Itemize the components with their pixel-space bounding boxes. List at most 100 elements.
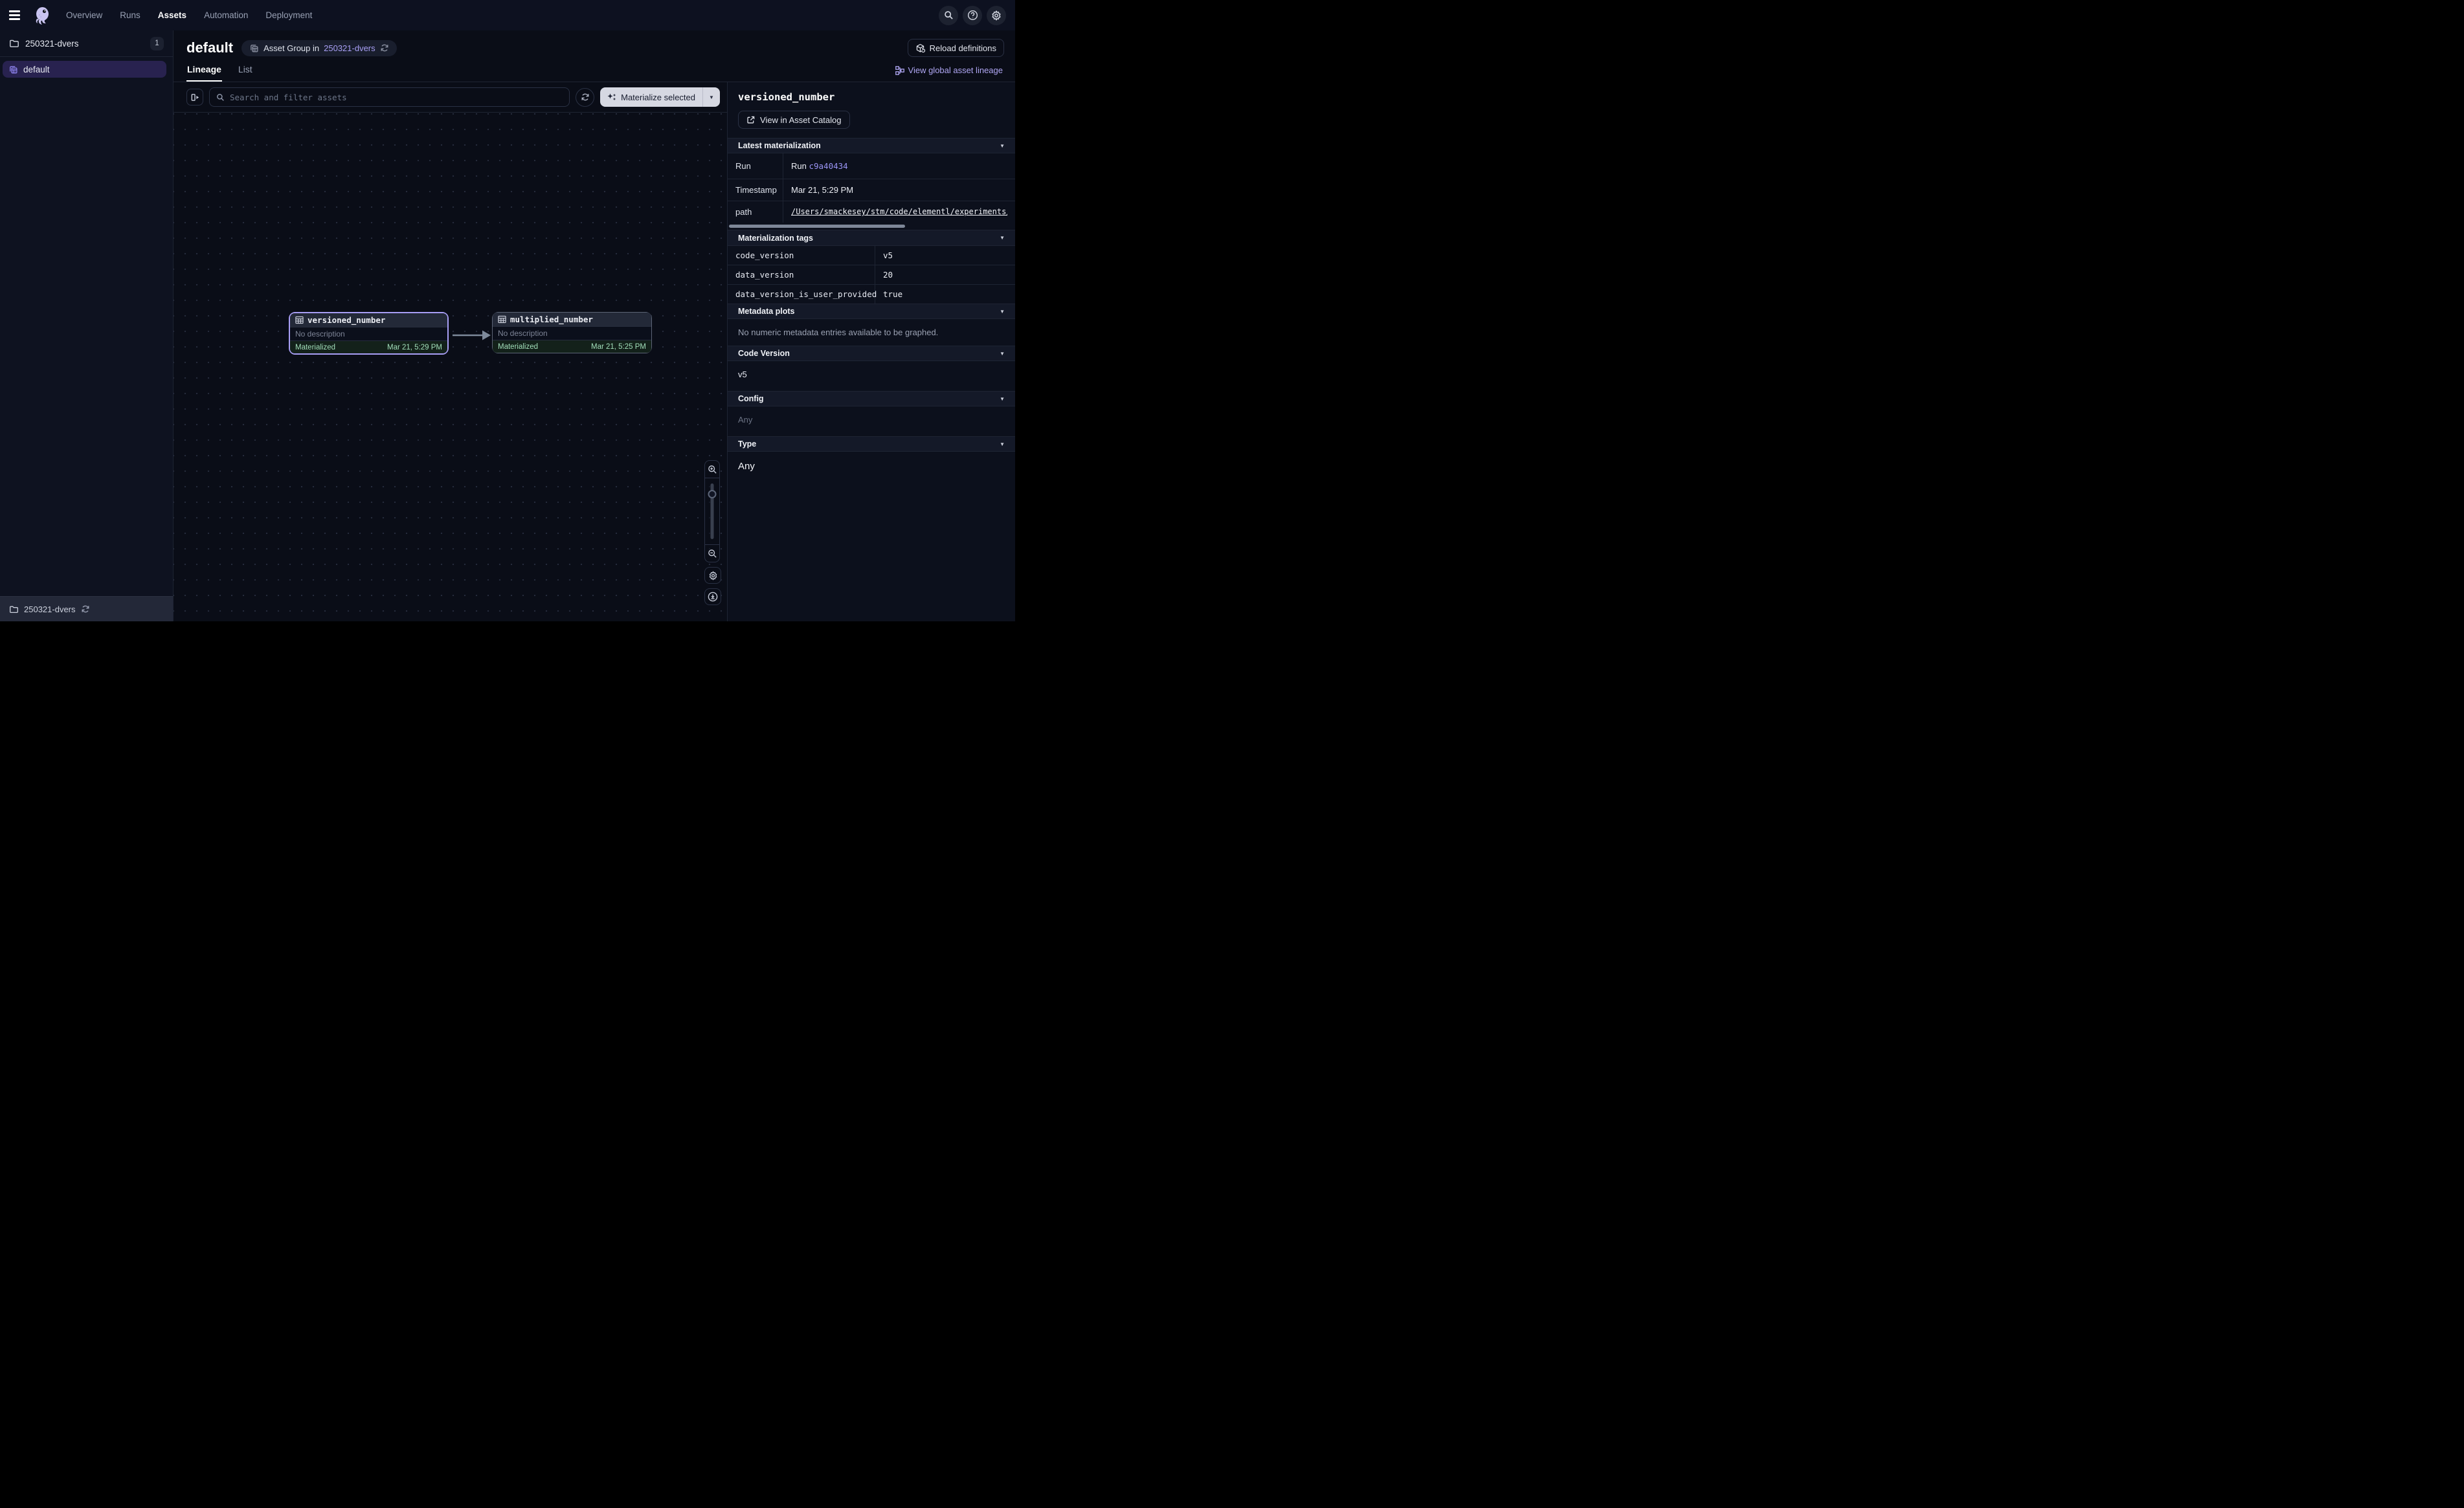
timestamp-value: Mar 21, 5:29 PM xyxy=(783,179,1015,201)
materialize-selected-button[interactable]: Materialize selected ▼ xyxy=(600,87,720,107)
badge-group-link[interactable]: 250321-dvers xyxy=(324,43,375,53)
horizontal-scrollbar xyxy=(728,223,1015,230)
sidebar-group-count: 1 xyxy=(150,37,164,50)
section-config[interactable]: Config ▼ xyxy=(728,391,1015,406)
asset-group-badge: Asset Group in 250321-dvers xyxy=(241,40,397,56)
badge-prefix: Asset Group in xyxy=(263,43,319,53)
tag-value: true xyxy=(875,285,1015,304)
materialize-dropdown-caret[interactable]: ▼ xyxy=(703,87,720,107)
asset-node-description: No description xyxy=(290,327,447,341)
nav-item-deployment[interactable]: Deployment xyxy=(265,10,312,20)
collapse-caret-icon: ▼ xyxy=(1000,309,1005,315)
settings-gear-icon[interactable] xyxy=(987,6,1006,25)
lineage-edge-arrow xyxy=(452,327,492,344)
collapse-caret-icon: ▼ xyxy=(1000,143,1005,149)
asset-node-multiplied-number[interactable]: multiplied_number No description Materia… xyxy=(492,312,652,353)
refresh-graph-icon[interactable] xyxy=(576,88,594,107)
view-in-asset-catalog-button[interactable]: View in Asset Catalog xyxy=(738,111,850,129)
table-icon xyxy=(295,316,304,324)
view-global-asset-lineage-link[interactable]: View global asset lineage xyxy=(895,65,1003,82)
section-code-version[interactable]: Code Version ▼ xyxy=(728,346,1015,361)
reload-definitions-button[interactable]: Reload definitions xyxy=(908,39,1004,57)
section-type[interactable]: Type ▼ xyxy=(728,436,1015,452)
table-row: Run Run c9a40434 xyxy=(728,153,1015,179)
metadata-plots-empty-text: No numeric metadata entries available to… xyxy=(728,319,1015,346)
asset-node-status: Materialized xyxy=(295,344,335,351)
sidebar-footer-label: 250321-dvers xyxy=(24,604,76,614)
latest-materialization-table: Run Run c9a40434 Timestamp Mar 21, 5:29 … xyxy=(728,153,1015,223)
folder-icon xyxy=(9,38,19,49)
folder-icon xyxy=(9,604,19,614)
section-metadata-plots[interactable]: Metadata plots ▼ xyxy=(728,304,1015,319)
type-value: Any xyxy=(728,452,1015,483)
tag-value: v5 xyxy=(875,246,1015,265)
scrollbar-thumb[interactable] xyxy=(729,225,905,228)
nav-item-automation[interactable]: Automation xyxy=(204,10,248,20)
search-icon[interactable] xyxy=(939,6,958,25)
asset-search-box xyxy=(209,87,570,107)
tab-list[interactable]: List xyxy=(238,58,253,82)
main-area: default Asset Group in 250321-dvers Relo… xyxy=(174,30,1015,621)
asset-group-icon xyxy=(8,65,18,74)
tab-lineage[interactable]: Lineage xyxy=(186,58,222,82)
refresh-icon[interactable] xyxy=(81,604,90,614)
reload-definitions-icon xyxy=(915,43,925,53)
nav-item-overview[interactable]: Overview xyxy=(66,10,102,20)
asset-node-title: versioned_number xyxy=(308,315,385,325)
sidebar: 250321-dvers 1 default 250321-dvers xyxy=(0,30,174,621)
expand-sidebar-panel-icon[interactable] xyxy=(186,89,203,105)
tag-row: code_version v5 xyxy=(728,246,1015,265)
tab-bar: Lineage List View global asset lineage xyxy=(174,58,1015,82)
tag-row: data_version_is_user_provided true xyxy=(728,285,1015,304)
content: Materialize selected ▼ versioned_nu xyxy=(174,82,1015,621)
refresh-icon[interactable] xyxy=(380,43,389,52)
tag-key: data_version xyxy=(728,265,875,284)
asset-detail-panel: versioned_number View in Asset Catalog L… xyxy=(727,82,1015,621)
nav-item-runs[interactable]: Runs xyxy=(120,10,140,20)
table-row: Timestamp Mar 21, 5:29 PM xyxy=(728,179,1015,201)
download-graph-icon[interactable] xyxy=(704,588,721,605)
sidebar-group-row[interactable]: 250321-dvers 1 xyxy=(0,30,173,57)
lineage-graph-icon xyxy=(895,66,904,75)
asset-node-status: Materialized xyxy=(498,343,538,351)
path-link[interactable]: /Users/smackesey/stm/code/elementl/exper… xyxy=(791,207,1007,216)
tag-value: 20 xyxy=(875,265,1015,284)
hamburger-menu-icon[interactable] xyxy=(9,8,23,23)
section-latest-materialization[interactable]: Latest materialization ▼ xyxy=(728,138,1015,153)
run-id-link[interactable]: c9a40434 xyxy=(809,161,847,171)
zoom-out-icon[interactable] xyxy=(705,545,719,562)
top-nav-actions xyxy=(939,6,1006,25)
collapse-caret-icon: ▼ xyxy=(1000,396,1005,402)
lineage-canvas[interactable]: versioned_number No description Material… xyxy=(174,113,727,621)
search-input[interactable] xyxy=(230,93,563,102)
panel-asset-title: versioned_number xyxy=(738,91,1005,103)
graph-settings-gear-icon[interactable] xyxy=(704,567,721,584)
top-nav: Overview Runs Assets Automation Deployme… xyxy=(0,0,1015,30)
asset-node-timestamp: Mar 21, 5:25 PM xyxy=(591,343,646,351)
config-value: Any xyxy=(728,406,1015,436)
row-label: Timestamp xyxy=(728,179,783,201)
dagster-logo-icon[interactable] xyxy=(32,6,52,25)
asset-node-description: No description xyxy=(493,326,651,340)
sidebar-item-default[interactable]: default xyxy=(3,61,166,78)
section-materialization-tags[interactable]: Materialization tags ▼ xyxy=(728,230,1015,246)
tag-row: data_version 20 xyxy=(728,265,1015,285)
page-header: default Asset Group in 250321-dvers Relo… xyxy=(174,30,1015,57)
zoom-in-icon[interactable] xyxy=(705,461,719,478)
zoom-slider[interactable] xyxy=(705,478,719,545)
help-icon[interactable] xyxy=(963,6,982,25)
table-row: path /Users/smackesey/stm/code/elementl/… xyxy=(728,201,1015,223)
collapse-caret-icon: ▼ xyxy=(1000,235,1005,241)
nav-links: Overview Runs Assets Automation Deployme… xyxy=(66,10,312,20)
nav-item-assets[interactable]: Assets xyxy=(158,10,186,20)
dagster-app: Overview Runs Assets Automation Deployme… xyxy=(0,0,1015,621)
external-link-icon xyxy=(746,116,755,124)
sparkle-icon xyxy=(607,93,616,101)
table-icon xyxy=(498,315,506,324)
asset-node-versioned-number[interactable]: versioned_number No description Material… xyxy=(289,312,449,355)
collapse-caret-icon: ▼ xyxy=(1000,351,1005,357)
tag-key: code_version xyxy=(728,246,875,265)
zoom-slider-handle[interactable] xyxy=(708,490,717,498)
sidebar-footer: 250321-dvers xyxy=(0,596,173,621)
materialization-tags-table: code_version v5 data_version 20 data_ver… xyxy=(728,246,1015,304)
